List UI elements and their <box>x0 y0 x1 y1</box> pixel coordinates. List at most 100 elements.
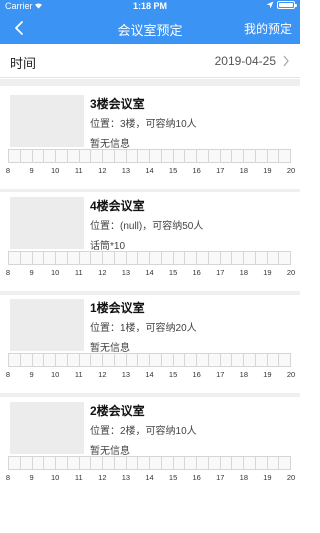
time-slot[interactable] <box>161 149 174 163</box>
room-card[interactable]: 1楼会议室 位置：1楼，可容纳20人 暂无信息 8 9 10 11 12 13 14 15 16 17 1… <box>0 299 300 393</box>
time-slot[interactable] <box>56 251 68 265</box>
time-slot[interactable] <box>267 251 280 265</box>
time-slot[interactable] <box>244 251 256 265</box>
time-slot[interactable] <box>161 251 174 265</box>
time-slot[interactable] <box>9 251 21 265</box>
time-slot[interactable] <box>232 251 244 265</box>
time-slot[interactable] <box>150 149 162 163</box>
time-slot[interactable] <box>67 251 80 265</box>
time-slot[interactable] <box>255 251 268 265</box>
time-slot[interactable] <box>32 251 45 265</box>
room-card[interactable]: 3楼会议室 位置：3楼，可容纳10人 暂无信息 8 9 10 11 12 13 14 15 16 17 1… <box>0 95 300 189</box>
time-slot[interactable] <box>138 251 150 265</box>
time-slot[interactable] <box>20 353 33 367</box>
time-slot[interactable] <box>161 353 174 367</box>
my-bookings-button[interactable]: 我的预定 <box>244 20 292 37</box>
time-slot[interactable] <box>79 149 92 163</box>
time-slot[interactable] <box>197 353 209 367</box>
time-slot[interactable] <box>220 353 233 367</box>
time-slot[interactable] <box>114 251 127 265</box>
time-slot[interactable] <box>56 149 68 163</box>
time-slot[interactable] <box>279 456 291 470</box>
time-slot[interactable] <box>20 149 33 163</box>
time-slot[interactable] <box>232 149 244 163</box>
time-slot[interactable] <box>208 149 221 163</box>
time-slot[interactable] <box>20 251 33 265</box>
time-slot[interactable] <box>267 456 280 470</box>
time-slot[interactable] <box>255 149 268 163</box>
time-slot[interactable] <box>244 456 256 470</box>
time-slot[interactable] <box>67 456 80 470</box>
time-slot[interactable] <box>185 456 197 470</box>
time-slot[interactable] <box>255 456 268 470</box>
time-slot[interactable] <box>279 353 291 367</box>
time-slot[interactable] <box>32 353 45 367</box>
time-slot[interactable] <box>114 456 127 470</box>
time-slot[interactable] <box>220 149 233 163</box>
time-slot[interactable] <box>103 251 115 265</box>
time-slot[interactable] <box>173 251 186 265</box>
time-slot[interactable] <box>232 456 244 470</box>
time-slot[interactable] <box>44 353 56 367</box>
time-slot[interactable] <box>44 251 56 265</box>
time-slot[interactable] <box>173 149 186 163</box>
time-slot[interactable] <box>91 251 103 265</box>
time-slot[interactable] <box>208 456 221 470</box>
time-slot[interactable] <box>150 251 162 265</box>
time-slot[interactable] <box>197 149 209 163</box>
time-slot[interactable] <box>32 456 45 470</box>
time-slot[interactable] <box>20 456 33 470</box>
time-slot[interactable] <box>208 353 221 367</box>
time-slot[interactable] <box>67 149 80 163</box>
time-slot[interactable] <box>91 149 103 163</box>
time-slot[interactable] <box>185 149 197 163</box>
time-slot-grid[interactable] <box>8 251 291 265</box>
time-slot[interactable] <box>138 353 150 367</box>
time-slot[interactable] <box>244 353 256 367</box>
room-card[interactable]: 4楼会议室 位置：(null)，可容纳50人 话筒*10 8 9 10 11 12 13 14 15… <box>0 197 300 291</box>
time-slot[interactable] <box>150 353 162 367</box>
time-slot[interactable] <box>91 456 103 470</box>
time-slot[interactable] <box>255 353 268 367</box>
time-slot[interactable] <box>244 149 256 163</box>
time-slot[interactable] <box>267 149 280 163</box>
time-slot-grid[interactable] <box>8 149 291 163</box>
time-slot[interactable] <box>220 456 233 470</box>
time-slot[interactable] <box>44 149 56 163</box>
time-slot[interactable] <box>138 456 150 470</box>
time-slot[interactable] <box>126 149 139 163</box>
time-slot[interactable] <box>79 353 92 367</box>
time-slot[interactable] <box>103 353 115 367</box>
time-slot[interactable] <box>208 251 221 265</box>
time-slot[interactable] <box>44 456 56 470</box>
time-slot[interactable] <box>267 353 280 367</box>
time-slot[interactable] <box>150 456 162 470</box>
time-slot[interactable] <box>279 251 291 265</box>
date-picker-row[interactable]: 时间 2019-04-25 <box>0 44 300 78</box>
time-slot[interactable] <box>197 251 209 265</box>
room-card[interactable]: 2楼会议室 位置：2楼，可容纳10人 暂无信息 8 9 10 11 12 13 14 15 16 17 1… <box>0 402 300 496</box>
time-slot[interactable] <box>185 251 197 265</box>
time-slot[interactable] <box>9 456 21 470</box>
time-slot[interactable] <box>232 353 244 367</box>
time-slot[interactable] <box>79 456 92 470</box>
time-slot[interactable] <box>114 353 127 367</box>
time-slot[interactable] <box>67 353 80 367</box>
time-slot[interactable] <box>103 456 115 470</box>
time-slot[interactable] <box>138 149 150 163</box>
time-slot[interactable] <box>126 353 139 367</box>
time-slot[interactable] <box>9 149 21 163</box>
time-slot[interactable] <box>197 456 209 470</box>
time-slot-grid[interactable] <box>8 456 291 470</box>
time-slot[interactable] <box>279 149 291 163</box>
time-slot[interactable] <box>126 251 139 265</box>
time-slot[interactable] <box>56 353 68 367</box>
time-slot[interactable] <box>173 456 186 470</box>
time-slot[interactable] <box>79 251 92 265</box>
time-slot[interactable] <box>185 353 197 367</box>
time-slot[interactable] <box>114 149 127 163</box>
time-slot[interactable] <box>126 456 139 470</box>
time-slot[interactable] <box>91 353 103 367</box>
selected-date[interactable]: 2019-04-25 <box>215 54 276 68</box>
time-slot-grid[interactable] <box>8 353 291 367</box>
